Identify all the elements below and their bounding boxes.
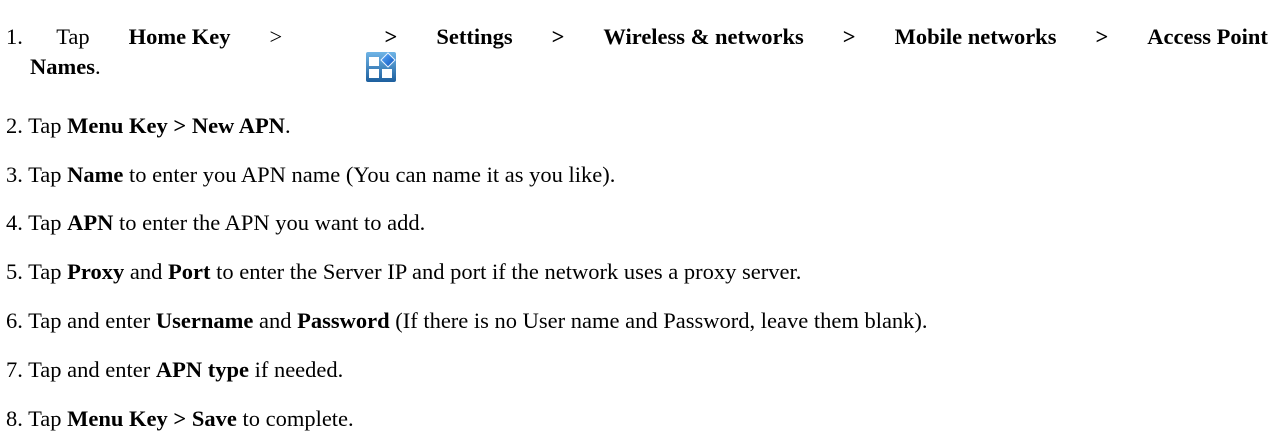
step-6-rest: (If there is no User name and Password, … (389, 308, 928, 333)
step-5: 5. Tap Proxy and Port to enter the Serve… (6, 257, 1266, 287)
step-1-mobile-networks: Mobile networks (894, 24, 1057, 49)
step-5-number: 5. (6, 259, 23, 284)
step-1-names: Names (30, 54, 95, 79)
step-8-text: Tap (28, 406, 68, 431)
step-2-menu-key-new-apn: Menu Key > New APN (67, 113, 285, 138)
step-6-password: Password (297, 308, 390, 333)
step-6-and: and (253, 308, 298, 333)
step-5-port: Port (167, 259, 211, 284)
step-1: 1. Tap Home Key > > Settings > Wireless … (6, 22, 1268, 82)
step-7-number: 7. (6, 357, 23, 382)
step-3-rest: to enter you APN name (You can name it a… (123, 162, 616, 187)
step-4-number: 4. (6, 210, 23, 235)
step-6: 6. Tap and enter Username and Password (… (6, 306, 1266, 336)
step-4: 4. Tap APN to enter the APN you want to … (6, 208, 1266, 238)
step-7-rest: if needed. (248, 357, 344, 382)
step-3-name: Name (67, 162, 124, 187)
step-6-username: Username (155, 308, 254, 333)
step-5-and: and (124, 259, 168, 284)
step-2: 2. Tap Menu Key > New APN. (6, 111, 1266, 141)
step-5-proxy: Proxy (67, 259, 125, 284)
step-7-text: Tap and enter (28, 357, 156, 382)
step-4-apn: APN (67, 210, 114, 235)
step-5-rest: to enter the Server IP and port if the n… (210, 259, 802, 284)
step-1-wireless-networks: Wireless & networks (603, 24, 804, 49)
step-1-sep-3: > (545, 24, 571, 49)
step-8-menu-key-save: Menu Key > Save (67, 406, 237, 431)
step-1-number: 1. (6, 24, 23, 49)
step-3: 3. Tap Name to enter you APN name (You c… (6, 160, 1266, 190)
step-3-text: Tap (28, 162, 68, 187)
step-6-text: Tap and enter (28, 308, 156, 333)
step-1-sep-5: > (1089, 24, 1114, 49)
step-7-apn-type: APN type (155, 357, 249, 382)
step-1-sep-4: > (837, 24, 862, 49)
apps-grid-icon (321, 22, 397, 82)
step-2-text: Tap (28, 113, 68, 138)
step-8: 8. Tap Menu Key > Save to complete. (6, 404, 1266, 434)
step-7: 7. Tap and enter APN type if needed. (6, 355, 1266, 385)
step-1-line-1: 1. Tap Home Key > > Settings > Wireless … (6, 22, 1268, 82)
step-4-rest: to enter the APN you want to add. (113, 210, 426, 235)
step-5-text: Tap (28, 259, 68, 284)
step-1-period: . (94, 54, 101, 79)
step-1-access-point: Access Point (1147, 24, 1268, 49)
step-8-number: 8. (6, 406, 23, 431)
step-1-sep-2: > (384, 24, 403, 49)
step-6-number: 6. (6, 308, 23, 333)
step-1-sep-1: > (263, 24, 288, 49)
step-2-period: . (284, 113, 291, 138)
step-4-text: Tap (28, 210, 68, 235)
step-1-text-tap: Tap (56, 24, 96, 49)
step-8-rest: to complete. (236, 406, 354, 431)
step-1-settings: Settings (436, 24, 513, 49)
step-3-number: 3. (6, 162, 23, 187)
step-1-line-2: Names. (6, 52, 1266, 82)
step-2-number: 2. (6, 113, 23, 138)
step-1-home-key: Home Key (128, 24, 231, 49)
